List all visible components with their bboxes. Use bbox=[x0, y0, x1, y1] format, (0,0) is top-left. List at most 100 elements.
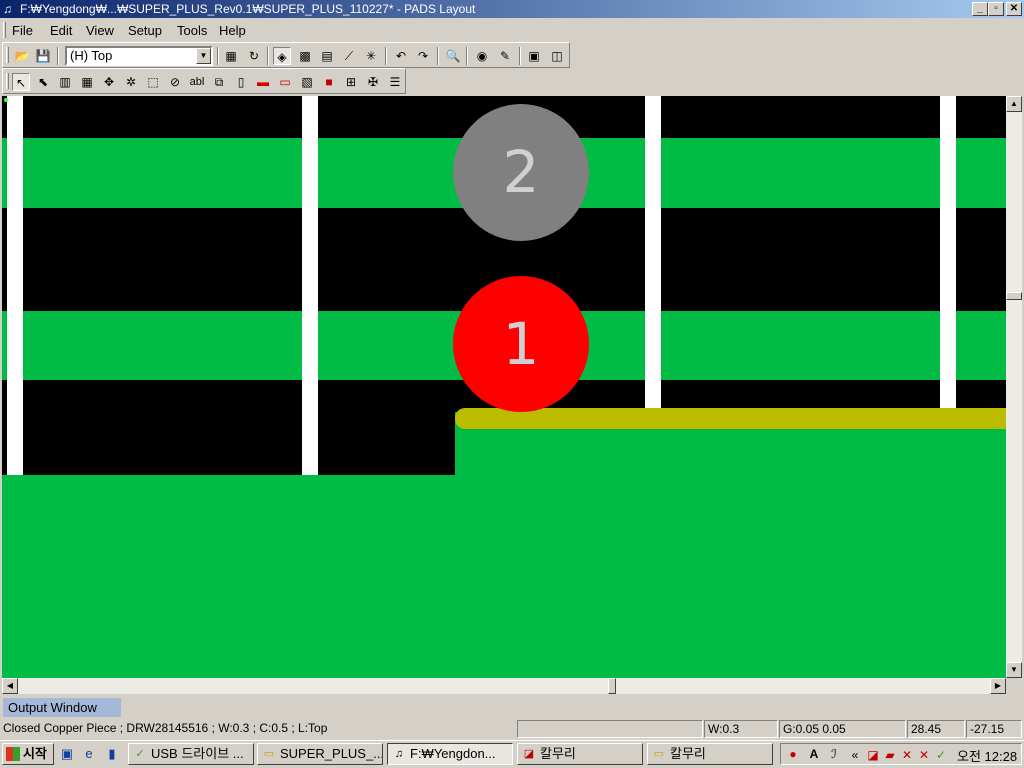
horizontal-scroll-thumb[interactable] bbox=[608, 678, 616, 694]
text-icon[interactable]: abl bbox=[188, 73, 206, 91]
toolbar-grip[interactable] bbox=[6, 47, 9, 63]
menu-tools[interactable]: Tools bbox=[177, 23, 207, 38]
app-icon: ◪ bbox=[523, 748, 535, 760]
start-button[interactable]: 시작 bbox=[2, 743, 54, 765]
task-pads-layout[interactable]: ♫ F:₩Yengdon... bbox=[387, 743, 513, 765]
copper-pour[interactable] bbox=[2, 475, 1006, 678]
standard-toolbar: 📂 💾 (H) Top ▼ ▦ ↻ ◈ ▩ ▤ ⟋ ✳ ↶ ↷ 🔍 ◉ ✎ ▣ … bbox=[2, 42, 570, 68]
internet-explorer-icon[interactable]: e bbox=[81, 746, 97, 762]
keepout-line[interactable] bbox=[940, 96, 956, 408]
scroll-left-icon[interactable]: ◀ bbox=[2, 678, 18, 694]
view-icon[interactable]: ◉ bbox=[473, 47, 491, 65]
dimension-icon[interactable]: ⧉ bbox=[210, 73, 228, 91]
status-y-coordinate: -27.15 bbox=[966, 720, 1022, 738]
cluster-icon[interactable]: ✳ bbox=[362, 47, 380, 65]
drafting-icon[interactable]: ▥ bbox=[56, 73, 74, 91]
task-usb-drive[interactable]: ✓ USB 드라이브 ... bbox=[128, 743, 254, 765]
vertical-scroll-thumb[interactable] bbox=[1006, 292, 1022, 300]
status-grid: G:0.05 0.05 bbox=[779, 720, 906, 738]
pad-label: 1 bbox=[502, 310, 540, 378]
delete-icon[interactable]: ⊘ bbox=[166, 73, 184, 91]
layer-display-icon[interactable]: ◈ bbox=[273, 47, 291, 65]
keepout-icon[interactable]: ⬚ bbox=[144, 73, 162, 91]
bom-icon[interactable]: ✠ bbox=[364, 73, 382, 91]
status-message: Closed Copper Piece ; DRW28145516 ; W:0.… bbox=[3, 721, 328, 735]
ecn-icon[interactable]: ▯ bbox=[232, 73, 250, 91]
save-icon[interactable]: 💾 bbox=[34, 47, 52, 65]
menu-file[interactable]: File bbox=[12, 23, 33, 38]
menu-view[interactable]: View bbox=[86, 23, 114, 38]
task-kalmuri-folder[interactable]: ▭ 칼무리 bbox=[647, 743, 773, 765]
toolbar-separator bbox=[217, 47, 219, 65]
pads-app-icon[interactable]: ♫ bbox=[3, 2, 17, 16]
paint-icon[interactable]: ✎ bbox=[496, 47, 514, 65]
layer-select-value: (H) Top bbox=[70, 48, 113, 63]
tray-chevron-icon[interactable]: « bbox=[847, 747, 863, 763]
scroll-up-icon[interactable]: ▲ bbox=[1006, 96, 1022, 112]
horizontal-scrollbar[interactable]: ◀ ▶ bbox=[2, 678, 1006, 694]
report-icon[interactable]: ▣ bbox=[525, 47, 543, 65]
open-icon[interactable]: 📂 bbox=[13, 47, 31, 65]
media-icon[interactable]: ▮ bbox=[104, 746, 120, 762]
minimize-button[interactable]: _ bbox=[972, 2, 988, 16]
component-icon[interactable]: ▧ bbox=[298, 73, 316, 91]
toolbar-separator bbox=[519, 47, 521, 65]
task-super-plus-folder[interactable]: ▭ SUPER_PLUS_... bbox=[257, 743, 383, 765]
output-window-tab[interactable]: Output Window bbox=[3, 698, 121, 717]
menu-setup[interactable]: Setup bbox=[128, 23, 162, 38]
toolbar-separator bbox=[385, 47, 387, 65]
desktop-icon[interactable]: ▣ bbox=[59, 746, 75, 762]
part-icon[interactable]: ■ bbox=[320, 73, 338, 91]
board-outline-icon[interactable]: ▤ bbox=[318, 47, 336, 65]
maximize-button[interactable]: ▫ bbox=[988, 2, 1004, 16]
select-icon[interactable]: ↖ bbox=[12, 73, 30, 91]
pad-2[interactable]: 2 bbox=[453, 104, 589, 241]
properties-icon[interactable]: ▦ bbox=[222, 47, 240, 65]
chevron-down-icon[interactable]: ▼ bbox=[196, 48, 211, 64]
vertical-scrollbar[interactable]: ▲ ▼ bbox=[1006, 96, 1022, 678]
windows-logo-icon bbox=[6, 747, 20, 761]
close-button[interactable]: ✕ bbox=[1006, 2, 1022, 16]
keepout-line[interactable] bbox=[645, 96, 661, 408]
scroll-down-icon[interactable]: ▼ bbox=[1006, 662, 1022, 678]
pad-1[interactable]: 1 bbox=[453, 276, 589, 412]
start-label: 시작 bbox=[23, 746, 47, 761]
tray-network-icon[interactable]: ✕ bbox=[899, 747, 915, 763]
menu-edit[interactable]: Edit bbox=[50, 23, 72, 38]
route-icon[interactable]: ▬ bbox=[254, 73, 272, 91]
task-kalmuri-app[interactable]: ◪ 칼무리 bbox=[517, 743, 643, 765]
keepout-line[interactable] bbox=[7, 96, 23, 475]
trace[interactable] bbox=[455, 408, 1006, 429]
tray-ati-icon[interactable]: ▰ bbox=[882, 747, 898, 763]
task-label: 칼무리 bbox=[670, 746, 706, 761]
tray-usb-icon[interactable]: ✓ bbox=[933, 747, 949, 763]
design-icon[interactable]: ⬉ bbox=[34, 73, 52, 91]
clock[interactable]: 오전 12:28 bbox=[957, 746, 1017, 765]
copper-icon[interactable]: ▦ bbox=[78, 73, 96, 91]
list-icon[interactable]: ☰ bbox=[386, 73, 404, 91]
title-bar[interactable]: ♫ F:₩Yengdong₩...₩SUPER_PLUS_Rev0.1₩SUPE… bbox=[0, 0, 1024, 18]
redo-icon[interactable]: ↷ bbox=[414, 47, 432, 65]
redraw-icon[interactable]: ↻ bbox=[245, 47, 263, 65]
window-icon[interactable]: ◫ bbox=[548, 47, 566, 65]
scroll-right-icon[interactable]: ▶ bbox=[990, 678, 1006, 694]
zoom-icon[interactable]: 🔍 bbox=[444, 47, 462, 65]
layer-select[interactable]: (H) Top ▼ bbox=[65, 46, 213, 66]
toolbar-grip[interactable] bbox=[6, 73, 9, 89]
menu-help[interactable]: Help bbox=[219, 23, 246, 38]
status-x-coordinate: 28.45 bbox=[907, 720, 965, 738]
copper-pour-icon[interactable]: ✥ bbox=[100, 73, 118, 91]
menu-grip bbox=[3, 22, 6, 38]
origin-marker bbox=[4, 98, 8, 102]
route-icon[interactable]: ⟋ bbox=[340, 47, 358, 65]
toolbar-separator bbox=[437, 47, 439, 65]
pcb-canvas[interactable]: 2 1 bbox=[2, 96, 1006, 678]
via-icon[interactable]: ⊞ bbox=[342, 73, 360, 91]
undo-icon[interactable]: ↶ bbox=[392, 47, 410, 65]
split-icon[interactable]: ▭ bbox=[276, 73, 294, 91]
pour-icon[interactable]: ▩ bbox=[296, 47, 314, 65]
hatch-icon[interactable]: ✲ bbox=[122, 73, 140, 91]
keepout-line[interactable] bbox=[302, 96, 318, 475]
tray-app-icon[interactable]: ◪ bbox=[865, 747, 881, 763]
tray-network-icon[interactable]: ✕ bbox=[916, 747, 932, 763]
